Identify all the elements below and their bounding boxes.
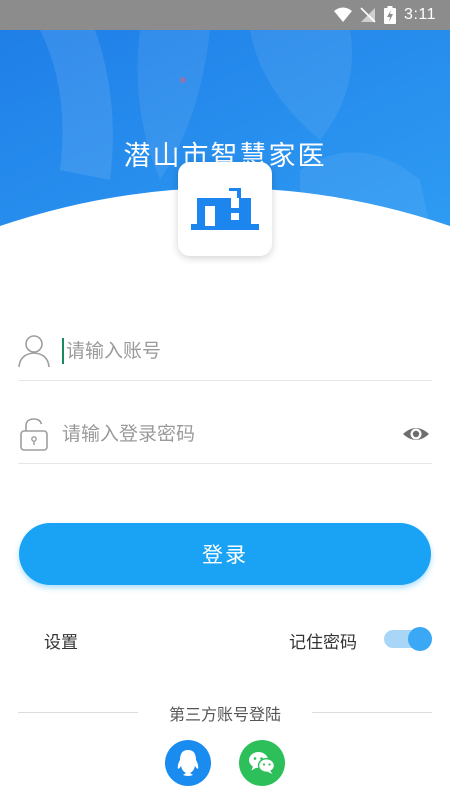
text-cursor bbox=[62, 337, 64, 364]
settings-link[interactable]: 设置 bbox=[44, 628, 78, 653]
eye-icon bbox=[403, 428, 429, 440]
third-party-divider: 第三方账号登陆 bbox=[18, 701, 432, 724]
toggle-thumb bbox=[408, 627, 432, 651]
third-party-label: 第三方账号登陆 bbox=[168, 705, 281, 724]
remember-password-toggle[interactable] bbox=[384, 627, 432, 651]
user-icon bbox=[18, 334, 50, 368]
account-input[interactable] bbox=[66, 339, 366, 362]
show-password-toggle[interactable] bbox=[402, 421, 430, 451]
home-logo-icon bbox=[191, 188, 259, 230]
qq-login-button[interactable] bbox=[165, 740, 211, 786]
password-field bbox=[18, 404, 432, 464]
account-field bbox=[18, 321, 432, 381]
login-button[interactable]: 登录 bbox=[19, 523, 431, 585]
no-signal-icon bbox=[360, 7, 376, 23]
wifi-icon bbox=[334, 7, 353, 22]
status-bar: 3:11 bbox=[0, 0, 450, 30]
password-input[interactable] bbox=[62, 422, 362, 445]
app-logo bbox=[178, 162, 272, 256]
qq-icon bbox=[177, 750, 199, 776]
wechat-icon bbox=[249, 752, 276, 774]
clock: 3:11 bbox=[404, 6, 436, 23]
battery-charging-icon bbox=[384, 6, 397, 24]
lock-icon bbox=[18, 417, 50, 451]
remember-password-label: 记住密码 bbox=[289, 633, 357, 653]
divider-line-right bbox=[312, 712, 432, 713]
wechat-login-button[interactable] bbox=[239, 740, 285, 786]
